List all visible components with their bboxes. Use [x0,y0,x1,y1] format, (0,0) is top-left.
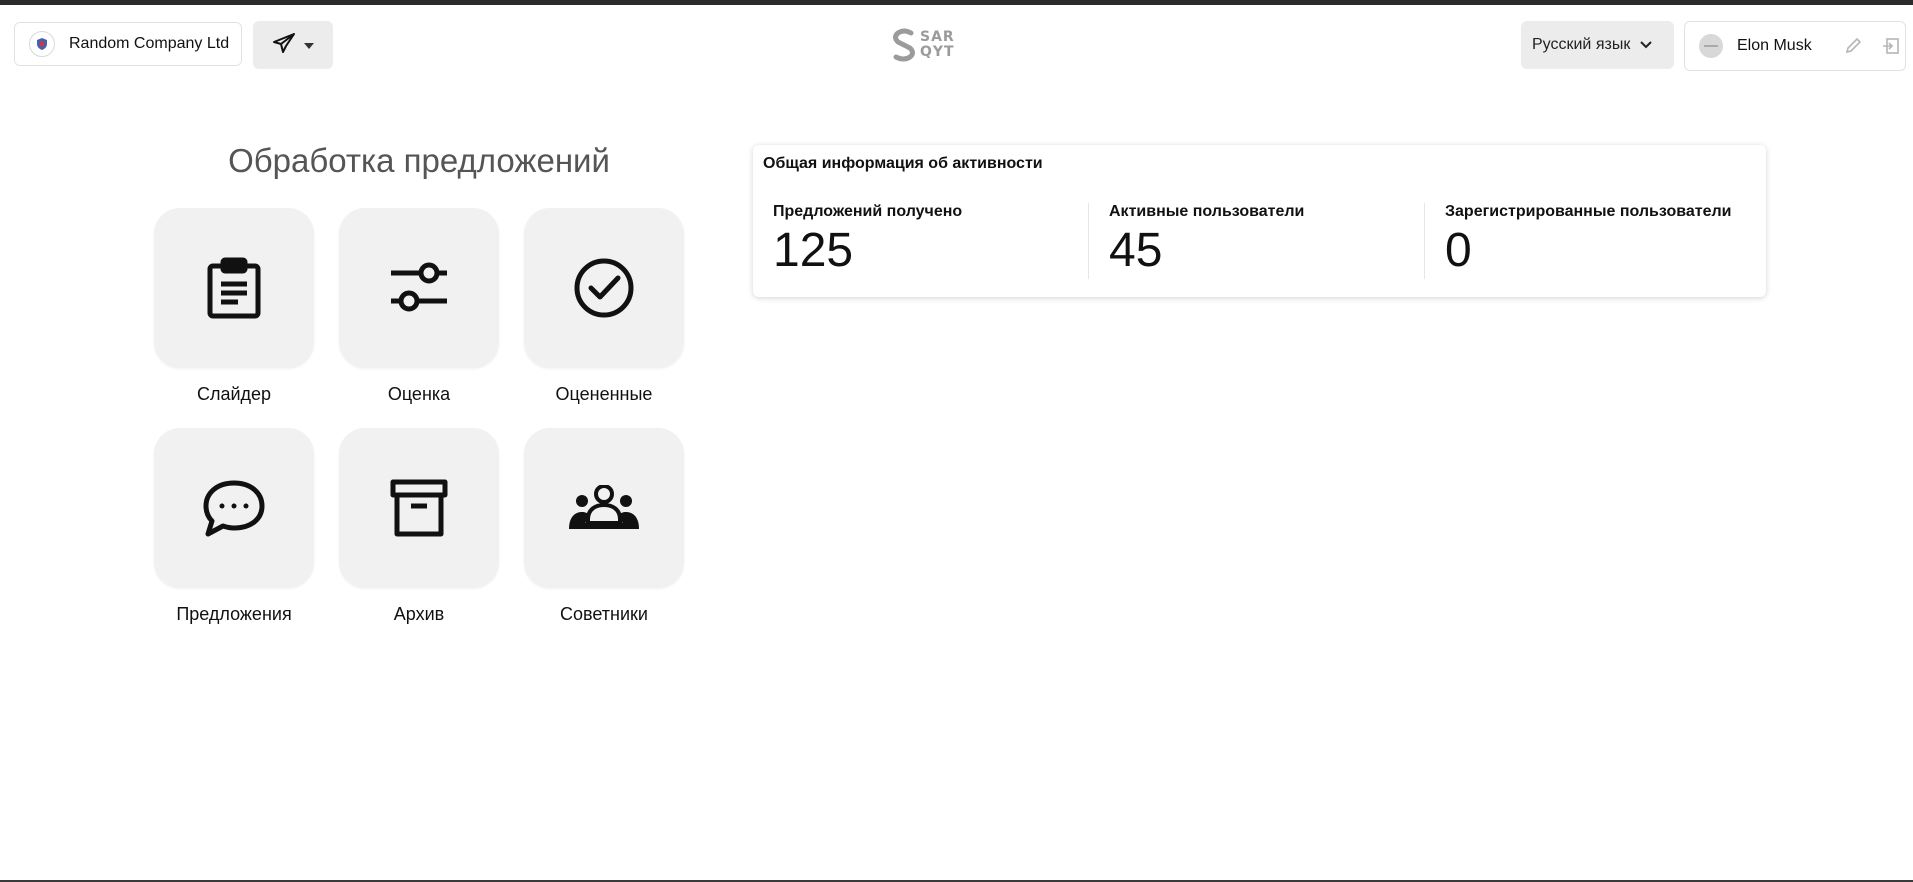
clipboard-icon [207,257,261,319]
stat-label: Предложений получено [773,203,963,220]
tile-proposals-box[interactable] [154,428,314,588]
company-selector-button[interactable]: Random Company Ltd [14,22,242,66]
tile-archive-label: Архив [393,604,445,624]
activity-stats-card: Общая информация об активности Предложен… [753,145,1766,297]
tile-rated[interactable]: Оцененные [524,208,684,405]
brand-line-2: QYT [920,44,955,60]
company-logo-icon [29,31,55,57]
stat-value: 125 [773,224,854,277]
check-circle-icon [574,258,634,318]
tile-rated-box[interactable] [524,208,684,368]
stat-label: Зарегистрированные пользователи [1445,203,1732,220]
tile-slider-box[interactable] [154,208,314,368]
brand-s-icon [893,28,915,62]
stat-label: Активные пользователи [1109,203,1305,220]
tile-slider-label: Слайдер [196,384,272,404]
language-label: Русский язык [1532,36,1631,53]
archive-box-icon [390,479,448,537]
telegram-menu-button[interactable] [253,21,333,69]
stat-registered-users: Зарегистрированные пользователи 0 [1445,203,1731,281]
tile-rating[interactable]: Оценка [339,208,499,405]
tile-advisors-label: Советники [560,604,648,624]
user-panel: Elon Musk [1684,21,1906,71]
stat-value: 0 [1445,224,1472,277]
users-group-icon [569,485,639,529]
tile-proposals-label: Предложения [176,604,292,624]
chevron-down-icon [1640,36,1653,54]
avatar[interactable] [1699,34,1723,58]
tile-archive[interactable]: Архив [339,428,499,625]
top-strip [0,0,1913,5]
stat-active-users: Активные пользователи 45 [1109,203,1304,281]
tile-rating-label: Оценка [387,384,451,404]
stats-title: Общая информация об активности [763,155,1043,172]
brand-logo: SAR QYT [892,27,964,63]
sliders-icon [391,262,447,312]
user-name: Elon Musk [1737,37,1812,54]
caret-down-icon [304,36,314,54]
stat-divider [1088,203,1089,279]
tile-archive-box[interactable] [339,428,499,588]
edit-pencil-icon[interactable] [1841,34,1865,58]
stat-divider [1424,203,1425,279]
stat-proposals-received: Предложений получено 125 [773,203,962,281]
tile-proposals[interactable]: Предложения [154,428,314,625]
tile-advisors[interactable]: Советники [524,428,684,625]
section-title: Обработка предложений [228,142,610,179]
company-name: Random Company Ltd [69,35,230,52]
language-selector[interactable]: Русский язык [1521,21,1674,69]
tile-rated-label: Оцененные [555,384,653,404]
logout-icon[interactable] [1879,34,1903,58]
chat-bubble-icon [203,480,265,537]
tile-rating-box[interactable] [339,208,499,368]
brand-line-1: SAR [920,29,955,45]
stat-value: 45 [1109,224,1163,277]
tile-slider[interactable]: Слайдер [154,208,314,405]
tile-advisors-box[interactable] [524,428,684,588]
paper-plane-icon [272,31,296,60]
